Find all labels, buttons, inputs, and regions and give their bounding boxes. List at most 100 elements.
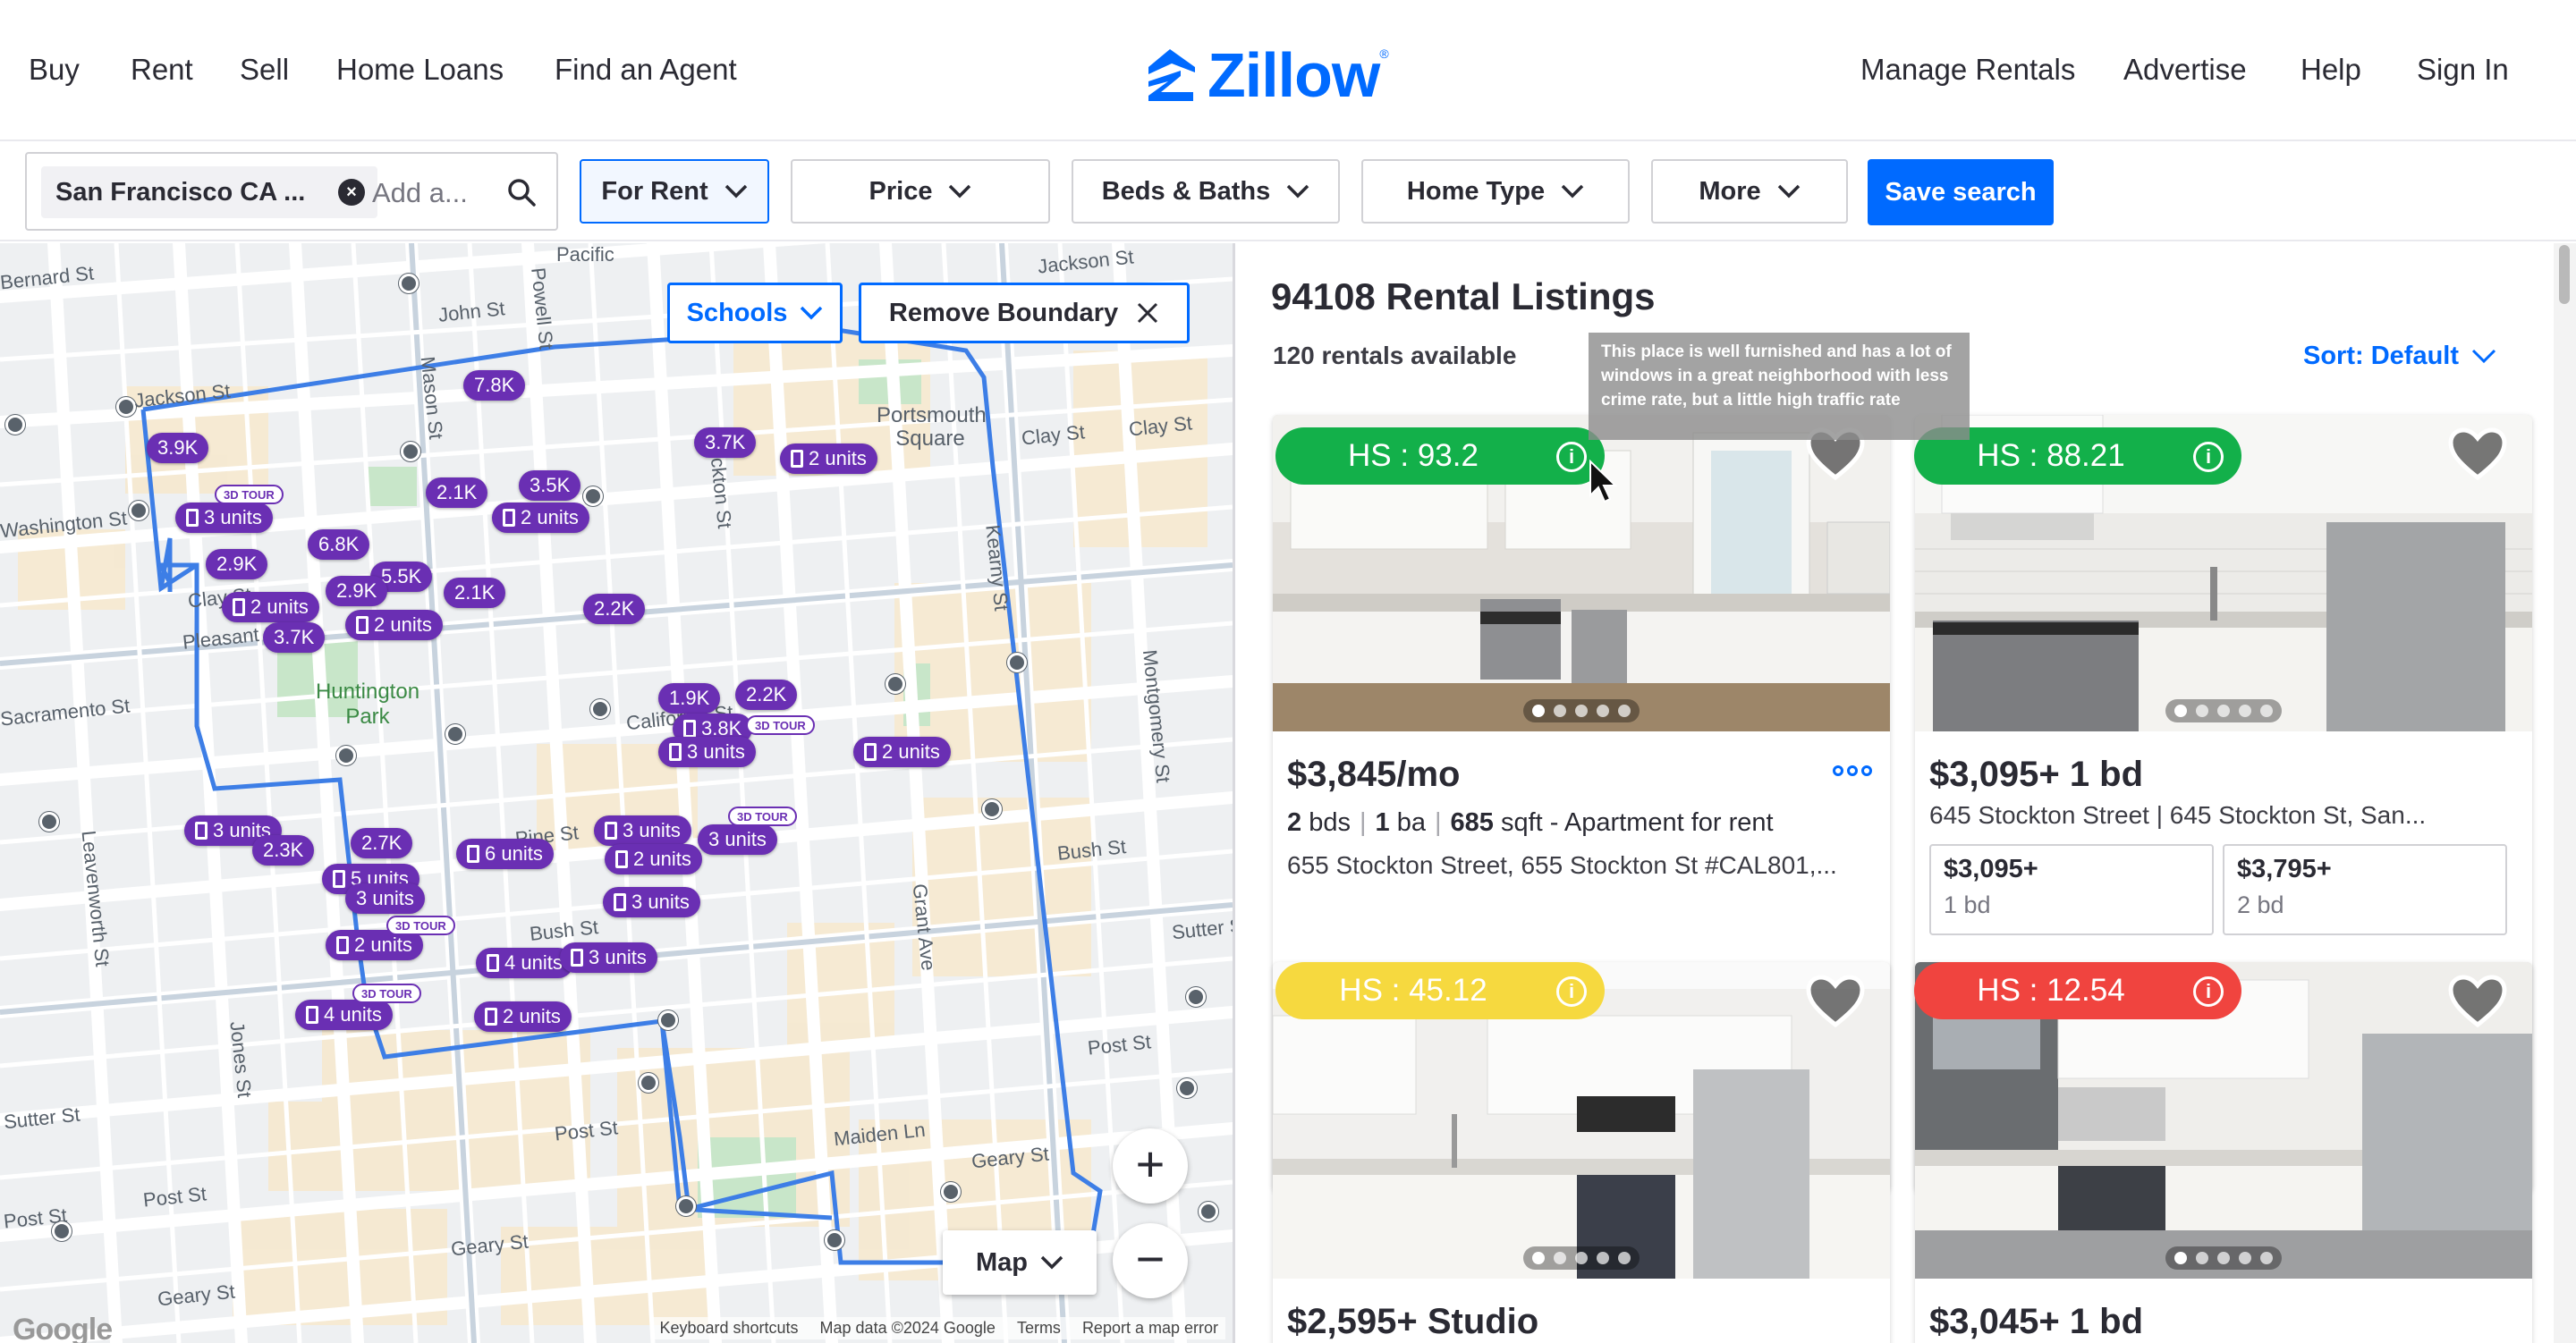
listings-scrollbar[interactable] [2554,243,2576,1343]
favorite-heart-icon[interactable] [1806,975,1865,1028]
unit-marker[interactable]: 2 units [492,503,589,533]
more-options-icon[interactable] [1833,765,1872,776]
google-logo: Google [13,1313,113,1343]
info-icon[interactable]: i [1556,976,1587,1007]
map[interactable]: Jackson St Jackson St Pacific John St Po… [0,243,1233,1343]
keyboard-shortcuts-link[interactable]: Keyboard shortcuts [659,1319,798,1338]
result-count: 120 rentals available [1273,342,1517,369]
unit-marker[interactable]: 3 units [603,887,700,917]
unit-marker[interactable]: 2 units [474,1001,572,1032]
remove-boundary-button[interactable]: Remove Boundary [859,283,1190,343]
unit-marker[interactable]: 2 units [222,592,319,622]
price-marker[interactable]: 3.5K [519,470,581,501]
photo-carousel-dots[interactable] [1523,699,1640,722]
location-chip[interactable]: San Francisco CA ... × [41,166,377,218]
more-dropdown[interactable]: More [1651,159,1848,224]
home-type-dropdown[interactable]: Home Type [1361,159,1630,224]
photo-carousel-dots[interactable] [2165,1246,2282,1270]
unit-marker[interactable]: 2 units [345,610,443,640]
unit-option[interactable]: $3,095+ 1 bd [1929,844,2214,935]
beds-baths-dropdown[interactable]: Beds & Baths [1072,159,1340,224]
zoom-out-button[interactable]: − [1113,1223,1188,1298]
info-icon[interactable]: i [2193,442,2224,472]
clear-location-icon[interactable]: × [338,179,365,206]
nav-home-loans[interactable]: Home Loans [336,52,504,88]
price-dropdown[interactable]: Price [791,159,1050,224]
schools-dropdown[interactable]: Schools [667,283,843,343]
nav-sign-in[interactable]: Sign In [2417,52,2509,88]
nav-advertise[interactable]: Advertise [2123,52,2247,88]
map-canvas[interactable] [0,243,1233,1343]
unit-marker[interactable]: 4 units [295,1000,393,1030]
nav-find-an-agent[interactable]: Find an Agent [555,52,737,88]
photo-carousel-dots[interactable] [2165,699,2282,722]
unit-marker[interactable]: 6 units [456,839,554,869]
info-icon[interactable]: i [2193,976,2224,1007]
marker-label: 2.9K [216,553,258,575]
building-icon [605,822,617,840]
transit-stop-icon [116,397,136,417]
price-marker[interactable]: 1.9K [658,683,721,714]
unit-marker[interactable]: 3 units [345,883,425,914]
map-type-label: Map [976,1247,1028,1277]
price-marker[interactable]: 2.9K [326,576,388,606]
unit-marker[interactable]: 3 units [560,942,657,973]
price-marker[interactable]: 2.7K [351,828,413,858]
transit-stop-icon [39,812,59,832]
nav-buy[interactable]: Buy [29,52,80,88]
building-icon [669,743,682,761]
scroll-thumb[interactable] [2559,245,2570,304]
marker-label: 7.8K [474,374,515,396]
photo-carousel-dots[interactable] [1523,1246,1640,1270]
info-icon[interactable]: i [1556,442,1587,472]
transit-stop-icon [676,1196,696,1216]
price-marker[interactable]: 2.9K [206,549,268,579]
nav-help[interactable]: Help [2301,52,2361,88]
unit-marker[interactable]: 4 units [476,948,573,978]
price-marker[interactable]: 2.1K [444,578,506,608]
save-search-button[interactable]: Save search [1868,159,2054,225]
unit-beds: 2 bd [2237,891,2284,918]
terms-link[interactable]: Terms [1017,1319,1061,1338]
report-map-error-link[interactable]: Report a map error [1082,1319,1218,1338]
nav-sell[interactable]: Sell [240,52,289,88]
unit-option[interactable]: $3,795+ 2 bd [2223,844,2507,935]
unit-marker[interactable]: 3 units [594,815,691,846]
price-marker[interactable]: 2.1K [426,477,488,508]
price-marker[interactable]: 3.7K [694,427,757,458]
unit-marker[interactable]: 2 units [853,737,951,767]
address-input[interactable]: Add a... [372,177,468,209]
price-marker[interactable]: 2.3K [252,835,315,866]
map-attribution: Keyboard shortcuts Map data ©2024 Google… [652,1317,1225,1339]
unit-marker[interactable]: 3 units [698,824,777,855]
nav-manage-rentals[interactable]: Manage Rentals [1860,52,2075,88]
favorite-heart-icon[interactable] [2448,975,2507,1028]
marker-label: 3 units [589,946,647,968]
price-marker[interactable]: 2.2K [583,594,646,624]
price-marker[interactable]: 7.8K [463,370,526,401]
unit-marker[interactable]: 2 units [780,443,877,474]
price-marker[interactable]: 2.2K [735,680,798,710]
building-icon [356,616,369,634]
search-icon[interactable] [506,177,537,207]
unit-marker[interactable]: 2 units [605,844,702,874]
favorite-heart-icon[interactable] [2448,427,2507,481]
for-rent-dropdown[interactable]: For Rent [580,159,769,224]
price-marker[interactable]: 3.7K [263,622,326,653]
building-icon [336,936,349,954]
map-type-dropdown[interactable]: Map [943,1230,1097,1295]
3d-tour-badge: 3D TOUR [215,485,284,504]
unit-marker[interactable]: 3 units [658,737,756,767]
search-box[interactable]: San Francisco CA ... × Add a... [25,152,558,231]
zoom-in-button[interactable]: + [1113,1128,1188,1204]
nav-rent[interactable]: Rent [131,52,193,88]
price-marker[interactable]: 6.8K [308,529,370,560]
zillow-logo[interactable]: Zillow ® [1141,39,1389,111]
marker-label: 2.3K [263,839,304,861]
beds-label: bds [1309,808,1351,837]
unit-marker[interactable]: 3 units [175,503,273,533]
transit-stop-icon [658,1010,678,1030]
marker-label: 3.9K [157,436,199,459]
price-marker[interactable]: 3.9K [147,433,209,463]
sort-dropdown[interactable]: Sort: Default [2303,342,2496,371]
